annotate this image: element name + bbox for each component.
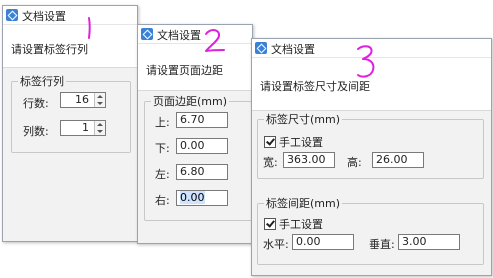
app-icon: [255, 42, 267, 54]
dialog-label-rows-cols: 文档设置 请设置标签行列 标签行列 行数: 16 列数: 1: [2, 5, 138, 242]
group-title: 标签尺寸(mm): [266, 113, 341, 126]
cols-spin-buttons[interactable]: [94, 121, 105, 135]
title-bar: 文档设置: [138, 25, 252, 44]
dialog-header: 请设置页面边距: [138, 44, 252, 91]
size-manual-checkbox[interactable]: [264, 136, 276, 148]
bottom-margin-value: 0.00: [180, 139, 205, 152]
height-label: 高:: [347, 156, 362, 169]
height-value: 26.00: [376, 153, 408, 166]
horizontal-label: 水平:: [263, 238, 289, 251]
dialog-body: 标签尺寸(mm) 手工设置 宽: 363.00 高: 26.00 标签间距(mm…: [252, 111, 491, 275]
width-value: 363.00: [287, 153, 326, 166]
rows-value: 16: [75, 93, 89, 106]
dialog-title: 文档设置: [271, 43, 315, 56]
width-label: 宽:: [263, 156, 278, 169]
size-manual-label: 手工设置: [279, 136, 323, 149]
step-2-marker: [205, 29, 225, 52]
step-3-marker: [357, 45, 375, 78]
gap-manual-checkbox[interactable]: [264, 218, 276, 230]
right-margin-label: 右:: [155, 194, 170, 207]
bottom-margin-input[interactable]: 0.00: [176, 138, 228, 154]
vertical-input[interactable]: 3.00: [398, 234, 460, 250]
vertical-label: 垂直:: [369, 238, 395, 251]
group-title: 标签间距(mm): [266, 197, 341, 210]
dialog-page-margins: 文档设置 请设置页面边距 页面边距(mm) 上: 6.70 下: 0.00 左:…: [137, 24, 254, 244]
bottom-margin-label: 下:: [155, 142, 170, 155]
horizontal-input[interactable]: 0.00: [292, 234, 354, 250]
top-margin-label: 上:: [155, 116, 170, 129]
dialog-body: 页面边距(mm) 上: 6.70 下: 0.00 左: 6.80 右: 0.00: [138, 91, 254, 243]
step-1-marker: [88, 17, 91, 39]
spin-down-icon[interactable]: [97, 102, 103, 105]
height-input[interactable]: 26.00: [372, 152, 424, 168]
right-margin-value: 0.00: [180, 191, 205, 204]
top-margin-value: 6.70: [180, 113, 205, 126]
rows-spin-buttons[interactable]: [94, 93, 105, 107]
app-icon: [6, 9, 18, 21]
title-bar: 文档设置: [3, 6, 137, 25]
left-margin-input[interactable]: 6.80: [176, 164, 228, 180]
top-margin-input[interactable]: 6.70: [176, 112, 228, 128]
app-icon: [141, 28, 153, 40]
dialog-prompt: 请设置页面边距: [146, 64, 223, 77]
left-margin-label: 左:: [155, 168, 170, 181]
rows-label: 行数:: [23, 97, 49, 110]
group-title: 页面边距(mm): [153, 95, 228, 108]
rows-stepper[interactable]: 16: [60, 92, 106, 108]
cols-value: 1: [82, 121, 89, 134]
spin-down-icon[interactable]: [97, 130, 103, 133]
dialog-prompt: 请设置标签行列: [11, 43, 88, 56]
dialog-header: 请设置标签行列: [3, 25, 137, 68]
left-margin-value: 6.80: [180, 165, 205, 178]
label-rows-cols-group: 标签行列: [11, 73, 131, 153]
vertical-value: 3.00: [402, 235, 427, 248]
cols-stepper[interactable]: 1: [60, 120, 106, 136]
right-margin-input[interactable]: 0.00: [176, 190, 228, 206]
spin-up-icon[interactable]: [97, 123, 103, 126]
spin-up-icon[interactable]: [97, 95, 103, 98]
dialog-body: 标签行列 行数: 16 列数: 1: [3, 68, 137, 241]
width-input[interactable]: 363.00: [283, 152, 335, 168]
horizontal-value: 0.00: [296, 235, 321, 248]
dialog-title: 文档设置: [22, 10, 66, 23]
gap-manual-label: 手工设置: [279, 218, 323, 231]
dialog-title: 文档设置: [157, 29, 201, 42]
group-title: 标签行列: [20, 75, 64, 88]
cols-label: 列数:: [23, 125, 49, 138]
